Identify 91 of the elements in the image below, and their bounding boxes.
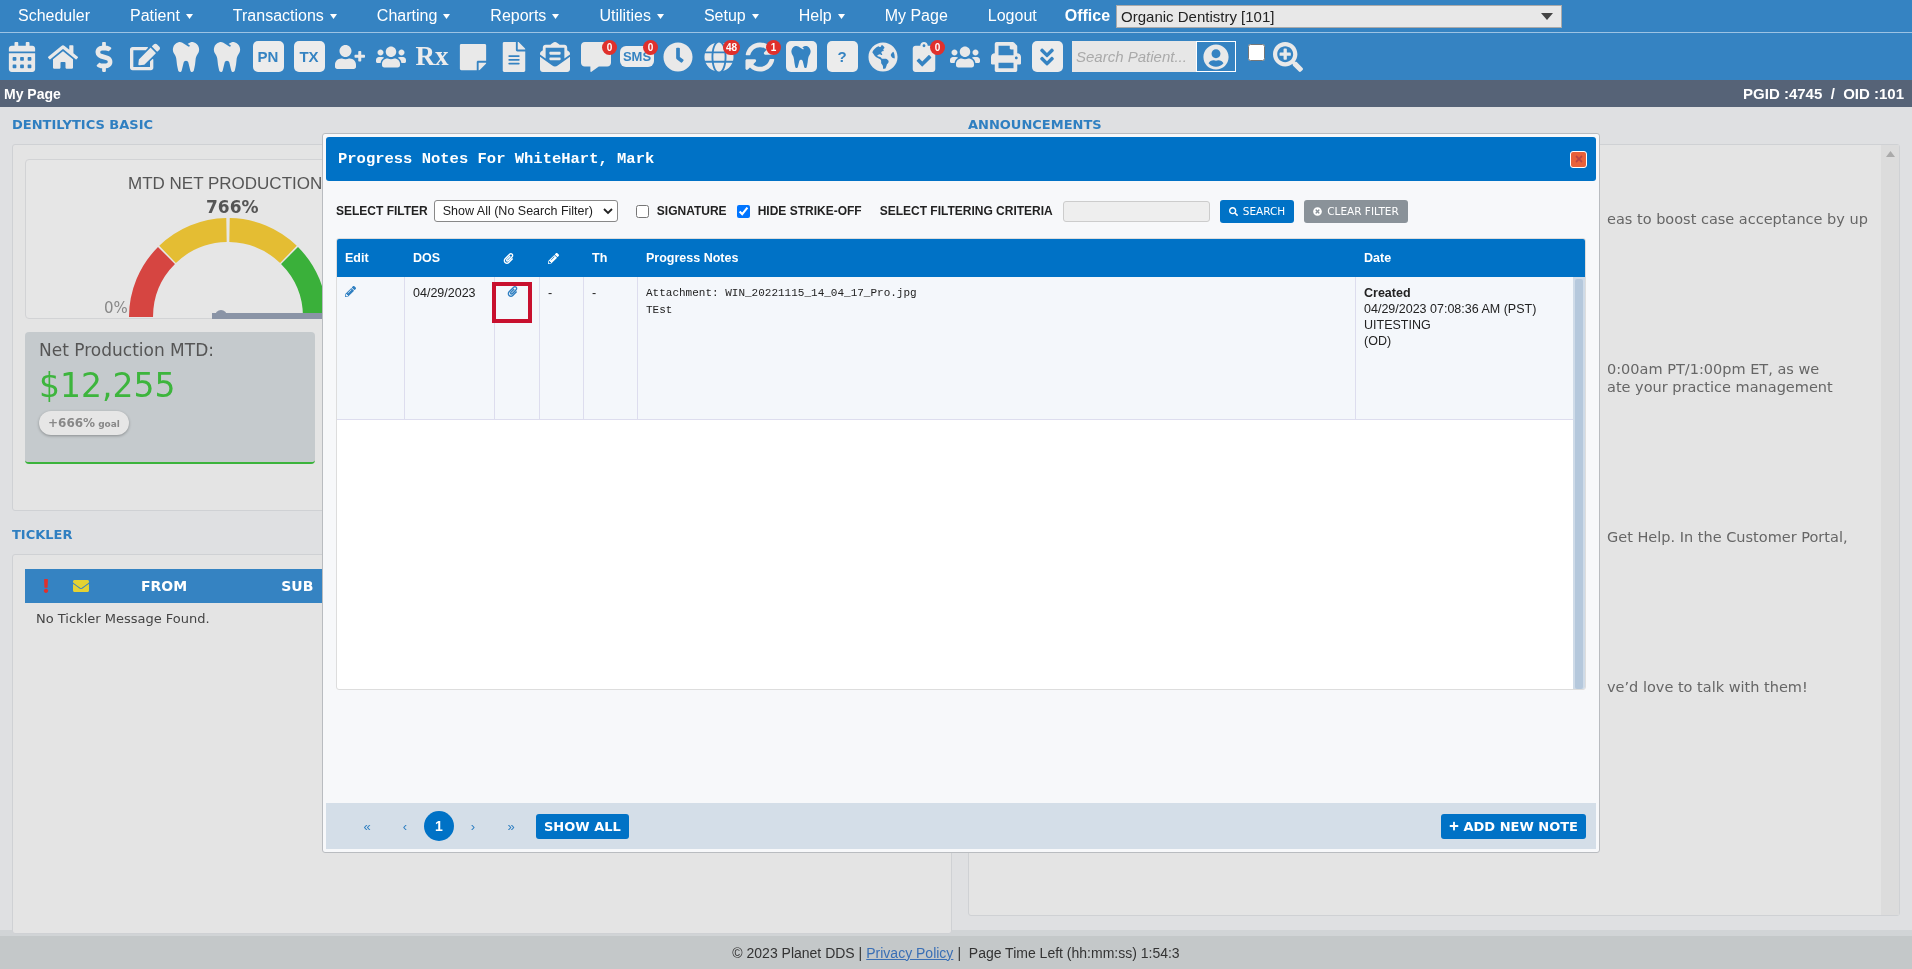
- checkbox-label: SIGNATURE: [656, 204, 727, 218]
- menu-item[interactable]: Reports: [490, 7, 560, 25]
- checkbox-label: HIDE STRIKE-OFF: [757, 204, 862, 218]
- dialog-title: Progress Notes For WhiteHart, Mark: [338, 150, 655, 168]
- search-field[interactable]: Search Patient...: [1072, 41, 1196, 72]
- menu-item[interactable]: Scheduler: [18, 7, 91, 25]
- criteria-field[interactable]: [1062, 200, 1210, 222]
- net-production-amount: $12,255: [39, 366, 177, 405]
- criteria-label: SELECT FILTERING CRITERIA: [879, 204, 1053, 218]
- column-header: Date: [1364, 251, 1392, 265]
- announcement-text: 0:00am PT/1:00pm ET, as we: [1607, 360, 1821, 378]
- clear-filter-button[interactable]: CLEAR FILTER: [1304, 199, 1408, 223]
- filter-label: SELECT FILTER: [336, 204, 428, 218]
- menu-item[interactable]: Setup: [703, 7, 759, 25]
- section-heading: ANNOUNCEMENTS: [968, 117, 1103, 132]
- envelope-icon: [73, 578, 89, 594]
- edit-icon[interactable]: [345, 286, 356, 297]
- announcement-text: ve’d love to talk with them!: [1607, 678, 1809, 696]
- page-ids: PGID :4745 / OID :101: [1743, 85, 1904, 102]
- plus-icon: [1448, 821, 1459, 831]
- column-header: DOS: [413, 251, 441, 265]
- menu-item[interactable]: My Page: [884, 7, 948, 25]
- menu-item[interactable]: Transactions: [232, 7, 337, 25]
- scroll-up-icon: [1885, 151, 1895, 157]
- last-page-link[interactable]: »: [492, 818, 530, 834]
- close-icon: [1573, 154, 1584, 164]
- column-header: FROM: [141, 578, 188, 594]
- date-status: Created: [1364, 286, 1412, 300]
- count-badge: 48: [722, 39, 740, 55]
- net-production-label: Net Production MTD:: [39, 340, 215, 360]
- empty-message: No Tickler Message Found.: [35, 610, 211, 628]
- announcement-text: ate your practice management: [1607, 378, 1834, 396]
- column-header: Th: [592, 251, 608, 265]
- clear-icon: [1313, 206, 1323, 216]
- gauge-title: MTD NET PRODUCTION: [128, 174, 323, 194]
- announcement-text: eas to boost case acceptance by up: [1607, 210, 1869, 228]
- previous-page-link[interactable]: ‹: [386, 818, 424, 834]
- count-badge: 0: [930, 39, 945, 55]
- strike-off-checkbox[interactable]: [736, 204, 750, 218]
- goal-percent: +666%: [48, 416, 96, 430]
- menu-item[interactable]: Patient: [130, 7, 193, 25]
- menu-item[interactable]: Logout: [987, 7, 1037, 25]
- count-badge: 1: [766, 39, 781, 55]
- time-left-text: | Page Time Left (hh:mm:ss) 1:54:3: [957, 944, 1180, 961]
- office-select[interactable]: Organic Dentistry [101]: [1116, 4, 1563, 28]
- copyright-text: © 2023 Planet DDS |: [732, 944, 863, 961]
- filter-select[interactable]: Show All (No Search Filter): [433, 200, 618, 222]
- menu-item[interactable]: Help: [798, 7, 845, 25]
- announcement-text: Get Help. In the Customer Portal,: [1607, 528, 1849, 546]
- section-heading: DENTILYTICS BASIC: [12, 117, 154, 132]
- search-icon: [1228, 206, 1238, 216]
- dropdown-arrow-icon: [1541, 12, 1554, 20]
- gauge-percent: 766%: [206, 197, 259, 217]
- table-row[interactable]: 04/29/2023 - - Attachment: WIN_20221115_14_04_17_Pro.jpg TEst Created 04/29/2023 07:08:36 AM (PST) UITESTING (OD): [337, 277, 1573, 420]
- page-number[interactable]: 1: [424, 811, 454, 841]
- search-button[interactable]: SEARCH: [1219, 199, 1295, 223]
- column-header: SUB: [281, 578, 314, 594]
- paperclip-icon[interactable]: [507, 286, 518, 297]
- table-cell-text: 04/29/2023: [413, 286, 477, 300]
- table-cell-text: -: [592, 286, 598, 300]
- signature-checkbox[interactable]: [635, 204, 649, 218]
- column-header: Progress Notes: [646, 251, 739, 265]
- note-text: TEst: [646, 303, 674, 318]
- date-office: (OD): [1364, 334, 1393, 348]
- show-all-button[interactable]: SHOW ALL: [536, 813, 629, 839]
- next-page-link[interactable]: ›: [454, 818, 492, 834]
- office-label: Office: [1064, 7, 1111, 25]
- column-header: Edit: [345, 251, 369, 265]
- checkbox[interactable]: [1248, 44, 1265, 61]
- patient-search-button[interactable]: [1196, 41, 1236, 72]
- menu-item[interactable]: Charting: [376, 7, 451, 25]
- pencil-icon: [548, 252, 559, 264]
- scrollbar[interactable]: [1881, 145, 1899, 915]
- page-title: My Page: [4, 85, 61, 102]
- paperclip-icon: [503, 252, 514, 264]
- privacy-link[interactable]: Privacy Policy: [866, 944, 954, 961]
- table-cell-text: -: [548, 286, 554, 300]
- gauge-min-label: 0%: [104, 299, 128, 317]
- date-user: UITESTING: [1364, 318, 1432, 332]
- date-timestamp: 04/29/2023 07:08:36 AM (PST): [1364, 302, 1538, 316]
- section-heading: TICKLER: [12, 527, 74, 542]
- add-note-button[interactable]: ADD NEW NOTE: [1440, 813, 1586, 839]
- note-text: Attachment: WIN_20221115_14_04_17_Pro.jpg: [646, 286, 918, 301]
- rx-button[interactable]: Rx: [413, 38, 451, 75]
- menu-item[interactable]: Utilities: [599, 7, 664, 25]
- scrollbar[interactable]: [1573, 277, 1585, 689]
- first-page-link[interactable]: «: [348, 818, 386, 834]
- chevron-down-icon: [602, 207, 613, 215]
- goal-unit: goal: [98, 419, 120, 429]
- close-button[interactable]: [1570, 150, 1587, 168]
- count-badge: 0: [602, 39, 617, 55]
